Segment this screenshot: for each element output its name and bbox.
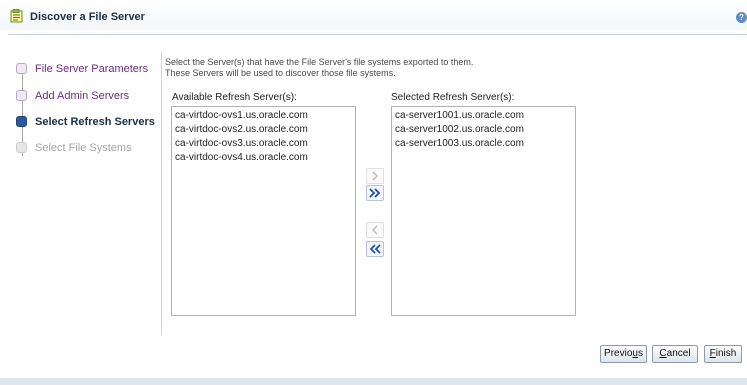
train-step-add-admin-servers[interactable]: Add Admin Servers [16, 89, 158, 103]
list-item[interactable]: ca-virtdoc-ovs2.us.oracle.com [174, 123, 353, 137]
dialog-header: Discover a File Server ? [0, 0, 747, 30]
chevron-right-icon [372, 171, 378, 181]
remove-all-button[interactable] [366, 241, 384, 257]
panel-divider [161, 52, 162, 335]
button-text: inish [715, 348, 737, 359]
available-servers-list[interactable]: ca-virtdoc-ovs1.us.oracle.com ca-virtdoc… [171, 106, 356, 316]
step-marker-icon [16, 142, 27, 153]
dialog-title: Discover a File Server [30, 11, 145, 23]
move-all-button[interactable] [366, 185, 384, 201]
double-chevron-left-icon [369, 244, 381, 254]
double-chevron-right-icon [369, 188, 381, 198]
list-item[interactable]: ca-virtdoc-ovs4.us.oracle.com [174, 151, 353, 165]
chevron-left-icon [372, 225, 378, 235]
list-item[interactable]: ca-server1001.us.oracle.com [394, 109, 573, 123]
step-label: Select File Systems [35, 142, 132, 154]
list-item[interactable]: ca-server1002.us.oracle.com [394, 123, 573, 137]
selected-servers-list[interactable]: ca-server1001.us.oracle.com ca-server100… [391, 106, 576, 316]
button-text: ancel [666, 348, 691, 359]
button-text: Previo [604, 348, 633, 359]
list-item[interactable]: ca-virtdoc-ovs3.us.oracle.com [174, 137, 353, 151]
remove-button[interactable] [366, 222, 384, 238]
list-item[interactable]: ca-virtdoc-ovs1.us.oracle.com [174, 109, 353, 123]
mnemonic-char: C [659, 348, 667, 359]
instructions: Select the Server(s) that have the File … [165, 57, 473, 79]
step-marker-icon [16, 116, 27, 127]
finish-button[interactable]: Finish [704, 345, 742, 363]
train-step-select-refresh-servers: Select Refresh Servers [16, 115, 158, 129]
step-marker-icon [16, 63, 27, 74]
step-label[interactable]: File Server Parameters [35, 62, 148, 76]
header-divider [8, 34, 747, 35]
help-icon[interactable]: ? [736, 12, 747, 23]
selected-list-label: Selected Refresh Server(s): [391, 92, 515, 103]
instruction-line: Select the Server(s) that have the File … [165, 57, 474, 67]
instruction-line: These Servers will be used to discover t… [165, 68, 396, 78]
wizard-train: File Server Parameters Add Admin Servers… [16, 56, 158, 176]
list-item[interactable]: ca-server1003.us.oracle.com [394, 137, 573, 151]
previous-button[interactable]: Previous [600, 345, 647, 363]
train-step-select-file-systems: Select File Systems [16, 141, 158, 155]
step-label: Select Refresh Servers [35, 116, 155, 128]
step-marker-icon [16, 90, 27, 101]
train-step-file-server-parameters[interactable]: File Server Parameters [16, 62, 158, 76]
move-button[interactable] [366, 168, 384, 184]
file-server-icon [10, 9, 23, 23]
cancel-button[interactable]: Cancel [652, 345, 698, 363]
button-text: s [637, 348, 643, 359]
available-list-label: Available Refresh Server(s): [172, 92, 297, 103]
step-label[interactable]: Add Admin Servers [35, 89, 129, 103]
footer-bar [0, 378, 747, 385]
